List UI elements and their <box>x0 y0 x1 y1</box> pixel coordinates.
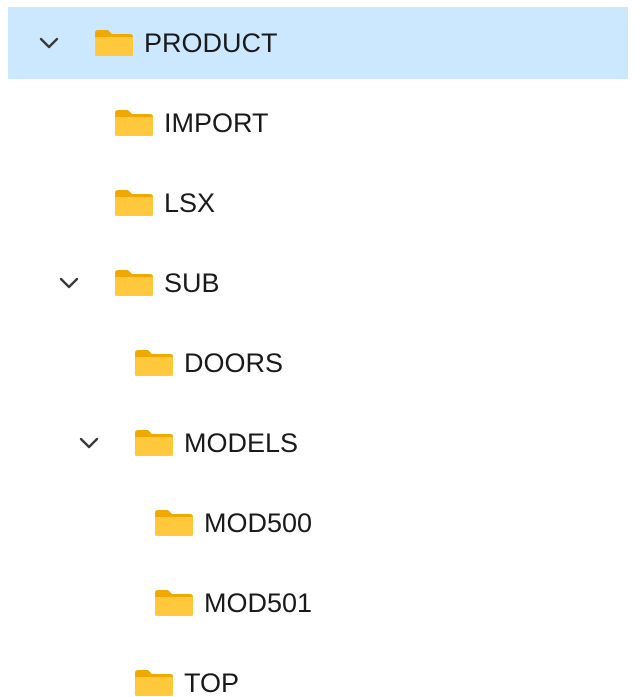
tree-item-product[interactable]: PRODUCT <box>8 7 628 79</box>
folder-icon <box>135 670 173 696</box>
tree-item-label: PRODUCT <box>144 28 278 58</box>
tree-item-label: LSX <box>164 188 216 218</box>
folder-tree: PRODUCT IMPORT LSX SUB DOORS MODELS MOD5… <box>0 0 636 697</box>
folder-icon <box>135 430 173 456</box>
chevron-down-icon[interactable] <box>58 275 80 291</box>
tree-item-import[interactable]: IMPORT <box>8 87 628 159</box>
tree-item-label: SUB <box>164 268 220 298</box>
chevron-down-icon[interactable] <box>38 35 60 51</box>
tree-item-models[interactable]: MODELS <box>8 407 628 479</box>
tree-item-label: IMPORT <box>164 108 269 138</box>
tree-item-label: TOP <box>184 668 240 697</box>
folder-icon <box>95 30 133 56</box>
chevron-down-icon[interactable] <box>78 435 100 451</box>
folder-icon <box>155 590 193 616</box>
tree-item-doors[interactable]: DOORS <box>8 327 628 399</box>
tree-item-label: MOD501 <box>204 588 313 618</box>
tree-item-mod501[interactable]: MOD501 <box>8 567 628 639</box>
folder-icon <box>155 510 193 536</box>
folder-icon <box>135 350 173 376</box>
tree-item-label: MODELS <box>184 428 299 458</box>
tree-item-label: DOORS <box>184 348 284 378</box>
tree-item-sub[interactable]: SUB <box>8 247 628 319</box>
tree-item-lsx[interactable]: LSX <box>8 167 628 239</box>
folder-icon <box>115 270 153 296</box>
folder-icon <box>115 110 153 136</box>
folder-icon <box>115 190 153 216</box>
tree-item-top[interactable]: TOP <box>8 647 628 697</box>
tree-item-label: MOD500 <box>204 508 313 538</box>
tree-item-mod500[interactable]: MOD500 <box>8 487 628 559</box>
